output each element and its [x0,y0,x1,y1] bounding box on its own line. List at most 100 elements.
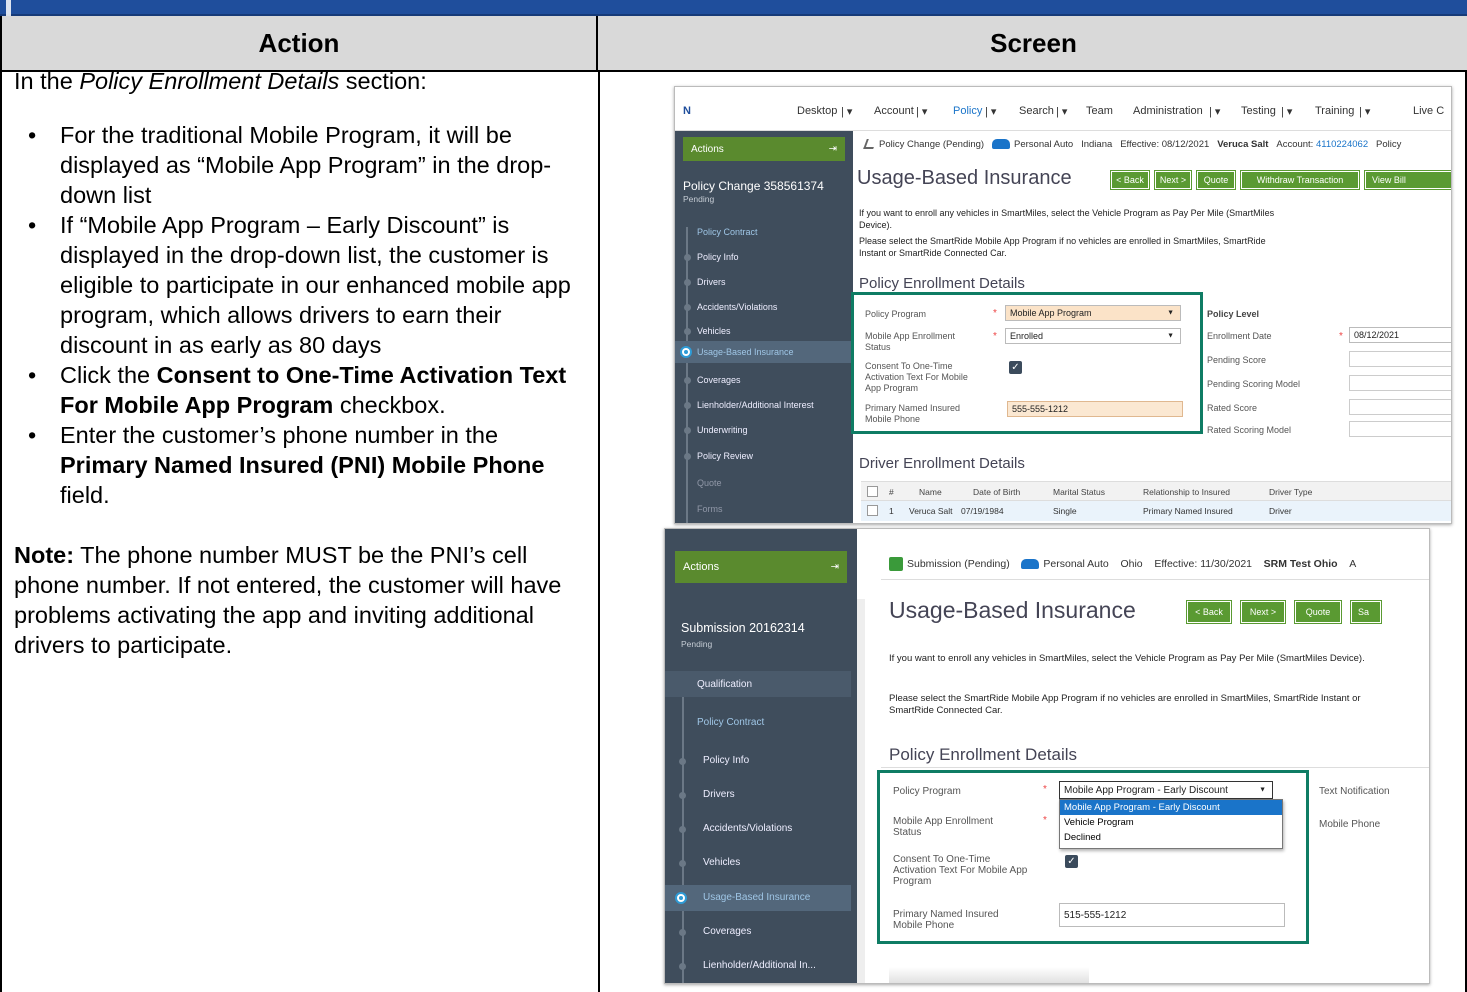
info-smartmiles: If you want to enroll any vehicles in Sm… [859,208,1275,230]
sidebar-item-qualification[interactable]: Qualification [697,679,752,690]
sidebar-item-forms[interactable]: Forms [697,504,723,514]
dropdown-option-vehicle-program[interactable]: Vehicle Program [1060,815,1282,830]
nav-sep-2: | ▾ [916,106,928,118]
actions-label: Actions [683,561,720,573]
actions-button[interactable]: Actions ⇥ [683,137,845,161]
view-bill-button[interactable]: View Bill [1364,170,1451,190]
sidebar-item-policy-info[interactable]: Policy Info [697,252,739,262]
job-breadcrumb: Submission (Pending) Personal Auto Ohio … [889,557,1356,571]
row-marital: Single [1053,506,1077,516]
car-icon [1021,559,1040,569]
col-relationship[interactable]: Relationship to Insured [1143,482,1230,502]
save-button[interactable]: Sa [1350,600,1382,624]
policy-program-select[interactable]: Mobile App Program ▼ [1005,305,1181,321]
sidebar-item-policy-contract[interactable]: Policy Contract [697,227,758,237]
crumb-tail: A [1349,557,1357,570]
col-num[interactable]: # [889,482,894,502]
select-all-checkbox[interactable] [867,486,878,497]
required-icon: * [993,331,997,342]
next-button[interactable]: Next > [1154,170,1192,190]
sidebar-item-vehicles[interactable]: Vehicles [703,857,740,868]
sidebar-scrollbar[interactable] [857,599,865,983]
nav-administration[interactable]: Administration [1133,105,1203,117]
row-checkbox[interactable] [867,505,878,516]
sidebar-item-vehicles[interactable]: Vehicles [697,326,731,336]
bullet-consent-checkbox: Click the Consent to One-Time Activation… [14,360,584,420]
sidebar-item-ubi[interactable]: Usage-Based Insurance [703,892,810,903]
sidebar-item-accidents[interactable]: Accidents/Violations [703,823,792,834]
row-dob: 07/19/1984 [961,506,1004,516]
sidebar-item-policy-contract[interactable]: Policy Contract [697,717,764,728]
table-row[interactable]: 1 Veruca Salt 07/19/1984 Single Primary … [861,501,1451,521]
back-button[interactable]: < Back [1186,600,1232,624]
col-name[interactable]: Name [919,482,942,502]
step-dot [679,963,686,970]
step-dot [679,929,686,936]
page-title: Usage-Based Insurance [889,597,1136,623]
rated-score-label: Rated Score [1207,403,1258,413]
sidebar-item-drivers[interactable]: Drivers [703,789,735,800]
policy-program-select[interactable]: Mobile App Program - Early Discount ▼ [1059,781,1273,799]
sidebar-item-drivers[interactable]: Drivers [697,277,726,287]
header-action: Action [2,16,598,72]
col-marital[interactable]: Marital Status [1053,482,1105,502]
sidebar-item-coverages[interactable]: Coverages [697,375,741,385]
policy-level-heading: Policy Level [1207,309,1260,319]
withdraw-button[interactable]: Withdraw Transaction [1240,170,1360,190]
step-dot [684,328,691,335]
intro-pre: In the [14,68,80,94]
quote-button[interactable]: Quote [1294,600,1342,624]
column-divider [598,72,600,992]
sidebar-item-coverages[interactable]: Coverages [703,926,751,937]
next-button[interactable]: Next > [1240,600,1286,624]
back-button[interactable]: < Back [1110,170,1150,190]
crumb-account-link[interactable]: 4110224062 [1316,139,1368,150]
policy-program-dropdown: Mobile App Program - Early Discount Vehi… [1059,799,1283,849]
row-relationship: Primary Named Insured [1143,506,1233,516]
sidebar-item-lienholder[interactable]: Lienholder/Additional In... [703,960,816,971]
col-driver-type[interactable]: Driver Type [1269,482,1312,502]
actions-button[interactable]: Actions ⇥ [675,551,847,583]
sidebar-item-lienholder[interactable]: Lienholder/Additional Interest [697,400,814,410]
row-num: 1 [889,506,894,516]
enroll-date-input[interactable]: 08/12/2021 [1349,327,1451,343]
enroll-status-select[interactable]: Enrolled ▼ [1005,328,1181,344]
sidebar-item-ubi[interactable]: Usage-Based Insurance [697,347,794,357]
qualification-row-bg [665,671,851,697]
download-icon [889,557,903,571]
chevron-down-icon: ▼ [1167,332,1174,340]
action-column: In the Policy Enrollment Details section… [14,66,584,660]
quote-button[interactable]: Quote [1196,170,1236,190]
enroll-status-label: Mobile App Enrollment Status [893,816,994,838]
nav-sep-5: | ▾ [1209,106,1221,118]
screenshot-policy-change: N Desktop | ▾ Account | ▾ Policy | ▾ Sea… [674,86,1452,524]
consent-label: Consent To One-Time Activation Text For … [893,854,1028,887]
banner-stub [6,0,11,16]
nav-desktop[interactable]: Desktop [797,105,837,117]
sidebar-item-accidents[interactable]: Accidents/Violations [697,302,777,312]
policy-program-label: Policy Program [893,786,961,797]
sidebar-item-policy-info[interactable]: Policy Info [703,755,749,766]
dropdown-option-early-discount[interactable]: Mobile App Program - Early Discount [1060,800,1282,815]
sidebar-item-quote[interactable]: Quote [697,478,722,488]
nav-team[interactable]: Team [1086,105,1113,117]
consent-checkbox[interactable]: ✓ [1065,855,1078,868]
col-dob[interactable]: Date of Birth [973,482,1020,502]
sidebar-item-policy-review[interactable]: Policy Review [697,451,753,461]
phone-input[interactable]: 555-555-1212 [1007,401,1183,417]
nav-policy[interactable]: Policy [953,105,982,117]
nav-live[interactable]: Live C [1413,105,1444,117]
sidebar-item-underwriting[interactable]: Underwriting [697,425,748,435]
expand-icon: ⇥ [828,143,837,155]
job-status: Pending [683,194,715,204]
step-dot [684,304,691,311]
pending-model-field [1349,375,1451,391]
nav-search[interactable]: Search [1019,105,1054,117]
nav-testing[interactable]: Testing [1241,105,1276,117]
nav-account[interactable]: Account [874,105,914,117]
nav-training[interactable]: Training [1315,105,1354,117]
bullet-traditional-program: For the traditional Mobile Program, it w… [14,120,584,210]
dropdown-option-declined[interactable]: Declined [1060,830,1282,845]
consent-checkbox[interactable]: ✓ [1009,361,1022,374]
phone-input[interactable]: 515-555-1212 [1059,903,1285,927]
